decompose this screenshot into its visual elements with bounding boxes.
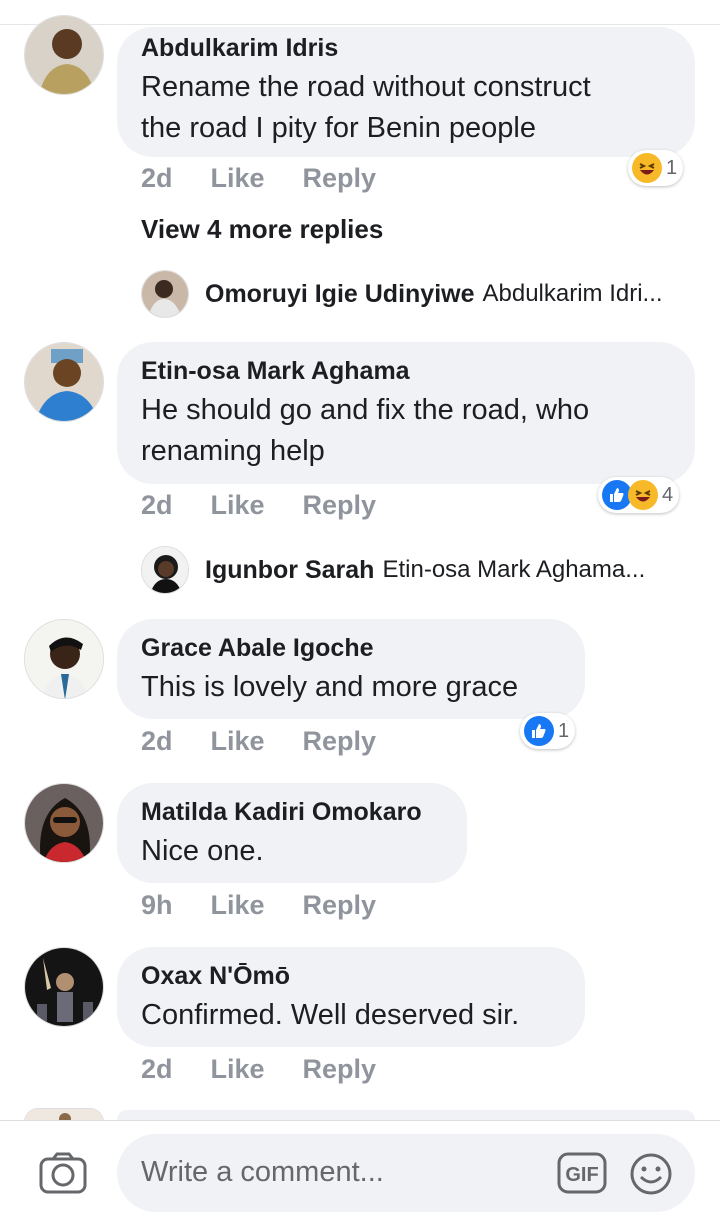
avatar[interactable] — [24, 342, 104, 422]
like-reaction-icon — [524, 716, 554, 746]
comment-meta: 2d Like Reply — [141, 1054, 414, 1085]
avatar — [141, 546, 189, 594]
gif-icon[interactable]: GIF — [557, 1152, 607, 1199]
comment-time: 2d — [141, 726, 173, 756]
comment-meta: 2d Like Reply — [141, 726, 414, 757]
view-more-replies[interactable]: View 4 more replies — [141, 214, 383, 245]
comment-text: This is lovely and more grace — [141, 671, 519, 703]
comment-input[interactable]: Write a comment... GIF — [117, 1134, 695, 1212]
comment-text: Nice one. — [141, 835, 264, 867]
comment-author[interactable]: Abdulkarim Idris — [141, 33, 671, 63]
reply-link[interactable]: Reply — [303, 163, 377, 193]
comment-bubble: Abdulkarim Idris Rename the road without… — [117, 27, 695, 157]
like-link[interactable]: Like — [211, 1054, 265, 1084]
comment-text: Rename the road without construct the ro… — [141, 71, 591, 144]
top-bar — [0, 0, 720, 25]
haha-icon — [632, 153, 662, 183]
smiley-icon[interactable] — [629, 1152, 673, 1201]
comment-bubble: Oxax N'Ōmō Confirmed. Well deserved sir. — [117, 947, 585, 1047]
comment-meta: 2d Like Reply — [141, 163, 414, 194]
comment-time: 2d — [141, 163, 173, 193]
reply-snippet: Abdulkarim Idri... — [482, 280, 663, 307]
comment-time: 2d — [141, 490, 173, 520]
reply-preview[interactable]: Igunbor Sarah Etin-osa Mark Aghama... — [141, 546, 645, 594]
comment-author[interactable]: Etin-osa Mark Aghama — [141, 356, 671, 386]
reply-author[interactable]: Omoruyi Igie Udinyiwe — [205, 280, 475, 309]
reaction-count: 4 — [662, 483, 674, 506]
comment-author[interactable]: Oxax N'Ōmō — [141, 961, 561, 991]
reply-link[interactable]: Reply — [303, 1054, 377, 1084]
comment-bubble: Matilda Kadiri Omokaro Nice one. — [117, 783, 467, 883]
comment-text: He should go and fix the road, who renam… — [141, 394, 590, 467]
like-link[interactable]: Like — [211, 890, 265, 920]
haha-icon — [628, 480, 658, 510]
like-link[interactable]: Like — [211, 726, 265, 756]
like-link[interactable]: Like — [211, 163, 265, 193]
comment-bubble: Etin-osa Mark Aghama He should go and fi… — [117, 342, 695, 484]
avatar[interactable] — [24, 15, 104, 95]
reply-snippet: Etin-osa Mark Aghama... — [382, 556, 646, 583]
comment-bubble: Grace Abale Igoche This is lovely and mo… — [117, 619, 585, 719]
comment-author[interactable]: Matilda Kadiri Omokaro — [141, 797, 443, 827]
reaction-summary[interactable]: 4 — [598, 477, 680, 513]
camera-icon[interactable] — [38, 1151, 88, 1200]
reply-link[interactable]: Reply — [303, 490, 377, 520]
reaction-summary[interactable]: 1 — [520, 713, 576, 749]
reply-link[interactable]: Reply — [303, 726, 377, 756]
comment-author[interactable]: Grace Abale Igoche — [141, 633, 561, 663]
reaction-count: 1 — [666, 156, 678, 179]
comment-meta: 9h Like Reply — [141, 890, 414, 921]
comment-text: Confirmed. Well deserved sir. — [141, 999, 520, 1031]
comment-meta: 2d Like Reply — [141, 490, 414, 521]
avatar[interactable] — [24, 947, 104, 1027]
avatar[interactable] — [24, 783, 104, 863]
avatar[interactable] — [24, 619, 104, 699]
reaction-summary[interactable]: 1 — [628, 150, 684, 186]
svg-text:GIF: GIF — [565, 1164, 598, 1186]
comment-placeholder: Write a comment... — [141, 1156, 384, 1188]
reaction-count: 1 — [558, 719, 570, 742]
like-link[interactable]: Like — [211, 490, 265, 520]
comment-composer: Write a comment... GIF — [0, 1120, 720, 1221]
reply-link[interactable]: Reply — [303, 890, 377, 920]
reply-preview[interactable]: Omoruyi Igie Udinyiwe Abdulkarim Idri... — [141, 270, 663, 318]
comment-time: 2d — [141, 1054, 173, 1084]
comment-time: 9h — [141, 890, 173, 920]
reply-author[interactable]: Igunbor Sarah — [205, 556, 374, 585]
avatar — [141, 270, 189, 318]
comment-bubble — [117, 1110, 695, 1120]
